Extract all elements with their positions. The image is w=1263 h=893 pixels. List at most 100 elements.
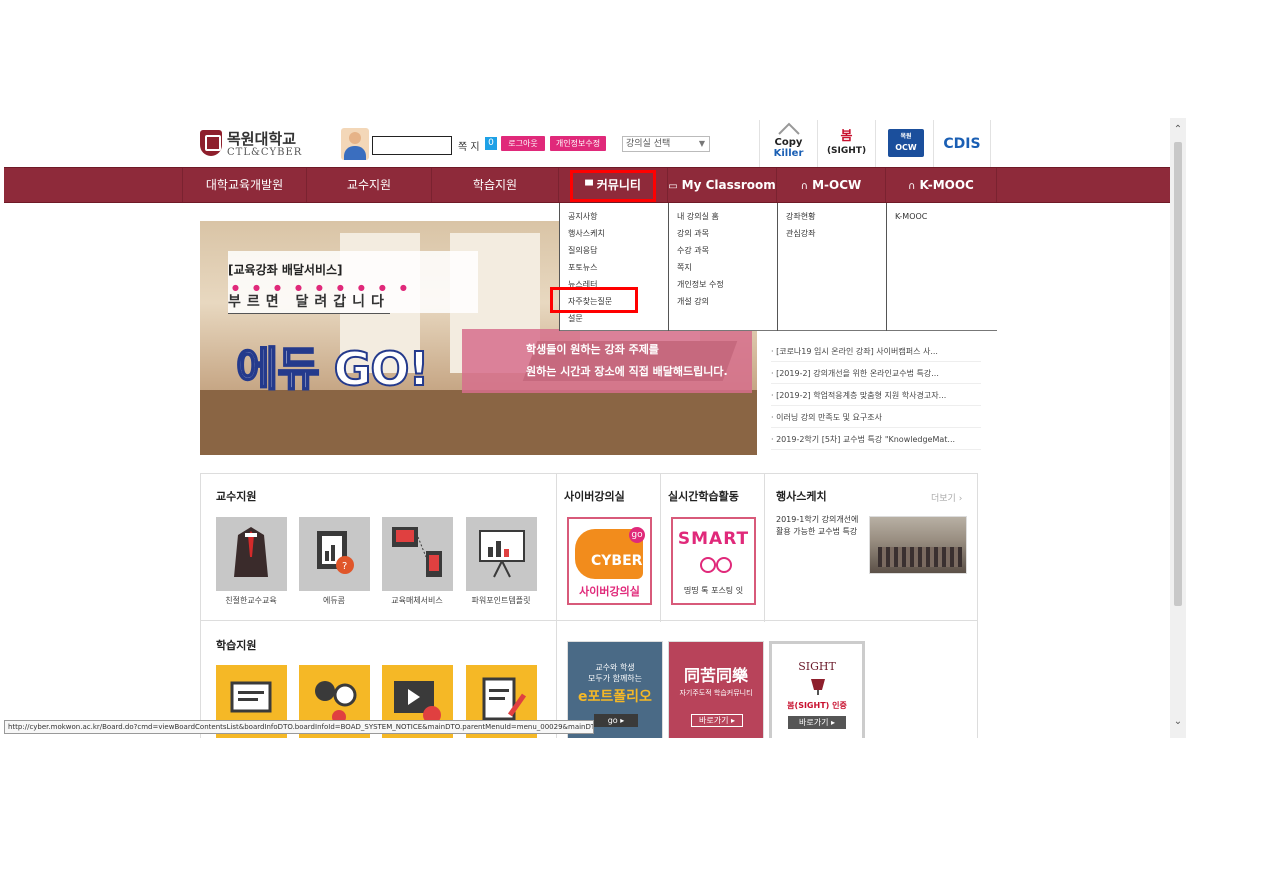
menu-item-profile-edit[interactable]: 개인정보 수정: [669, 276, 777, 293]
menu-item-course-status[interactable]: 강좌현황: [778, 208, 886, 225]
nav-item-community[interactable]: ▀ 커뮤니티: [559, 168, 668, 202]
classroom-select[interactable]: 강의실 선택 ▼: [622, 136, 710, 152]
nav-item-label: 학습지원: [472, 178, 518, 192]
menu-item-messages[interactable]: 쪽지: [669, 259, 777, 276]
menu-item-event-sketch[interactable]: 행사스케치: [560, 225, 668, 242]
tile-media-service[interactable]: [382, 517, 453, 591]
profile-edit-button[interactable]: 개인정보수정: [550, 136, 606, 151]
notice-item[interactable]: · [2019-2] 강의개선을 위한 온라인교수법 특강...: [771, 364, 981, 384]
university-emblem-icon: [200, 130, 222, 156]
sketch-photo[interactable]: [869, 516, 967, 574]
ocw-link[interactable]: 목원 OCW: [875, 120, 933, 168]
notice-item[interactable]: · 이러닝 강의 만족도 및 요구조사: [771, 408, 981, 428]
tile-caption: 교육매체서비스: [391, 596, 443, 605]
sight-link[interactable]: 봄 (SIGHT): [817, 120, 875, 168]
nav-item-myclassroom[interactable]: ▭ My Classroom: [668, 168, 777, 202]
message-count-badge[interactable]: 0: [485, 137, 497, 150]
headset-icon: ∩: [800, 181, 809, 192]
sight-go-button[interactable]: 바로가기 ▸: [788, 716, 846, 729]
notice-item[interactable]: · [코로나19 임시 온라인 강좌] 사이버캠퍼스 사...: [771, 342, 981, 362]
sight-card-subtitle: 봄(SIGHT) 인증: [787, 701, 847, 710]
menu-item-favorite-courses[interactable]: 관심강좌: [778, 225, 886, 242]
sight-label-2: (SIGHT): [826, 146, 867, 156]
headset-icon: ∩: [908, 181, 916, 192]
go-label: go: [607, 716, 618, 725]
menu-item-kmooc[interactable]: K-MOOC: [887, 208, 997, 225]
nav-item-label: 대학교육개발원: [205, 178, 284, 192]
notice-title: 이러닝 강의 만족도 및 요구조사: [776, 413, 882, 422]
tile-kind-professor[interactable]: [216, 517, 287, 591]
classroom-select-value: 강의실 선택: [626, 139, 671, 149]
copykiller-label-1: Copy: [774, 137, 803, 148]
devices-icon: [392, 527, 442, 577]
cdis-link[interactable]: CDIS: [933, 120, 991, 168]
copykiller-logo-icon: [778, 122, 800, 135]
dongo-go-button[interactable]: 바로가기 ▸: [691, 714, 743, 727]
copykiller-link[interactable]: Copy Killer: [759, 120, 817, 168]
notice-title: 2019-2학기 [5차] 교수법 특강 "KnowledgeMat...: [776, 435, 956, 444]
presentation-board-icon: [479, 530, 525, 578]
nav-item-mocw[interactable]: ∩ M-OCW: [777, 168, 886, 202]
tile-educom[interactable]: ?: [299, 517, 370, 591]
dongo-title: 同苦同樂: [683, 666, 748, 685]
banner-subtitle-2: 원하는 시간과 장소에 직접 배달해드립니다.: [526, 365, 728, 378]
chat-icon: ▀: [585, 181, 593, 192]
sketch-text[interactable]: 2019-1학기 강의개선에 활용 가능한 교수법 특강: [776, 514, 860, 538]
tile-ppt-template[interactable]: [466, 517, 537, 591]
more-label: 더보기: [931, 494, 956, 504]
scroll-up-icon[interactable]: ⌃: [1170, 122, 1186, 138]
cdis-label: CDIS: [943, 136, 981, 152]
notice-list: · [코로나19 임시 온라인 강좌] 사이버캠퍼스 사... · [2019-…: [771, 316, 981, 456]
realtime-section-title: 실시간학습활동: [668, 490, 739, 503]
sight-cert-card[interactable]: SIGHT 봄(SIGHT) 인증 바로가기 ▸: [769, 641, 865, 738]
notice-item[interactable]: · [2019-2] 학업적응계층 맞춤형 지원 학사경고자...: [771, 386, 981, 406]
page-scrollbar[interactable]: ⌃ ⌄: [1170, 118, 1186, 738]
eportfolio-line-2: 모두가 함께하는: [587, 674, 643, 683]
banner-subtitle-1: 학생들이 원하는 강좌 주제를: [526, 343, 659, 356]
menu-item-newsletter[interactable]: 뉴스레터: [560, 276, 668, 293]
banner-pink-panel: [462, 329, 752, 393]
scroll-thumb[interactable]: [1174, 142, 1182, 606]
menu-item-photo-news[interactable]: 포토뉴스: [560, 259, 668, 276]
notice-title: [2019-2] 학업적응계층 맞춤형 지원 학사경고자...: [776, 391, 947, 400]
notice-title: [코로나19 임시 온라인 강좌] 사이버캠퍼스 사...: [776, 347, 938, 356]
nav-item-learning[interactable]: 학습지원: [432, 168, 559, 202]
nav-item-kmooc[interactable]: ∩ K-MOOC: [886, 168, 997, 202]
menu-item-faq[interactable]: 자주찾는질문: [560, 293, 668, 310]
cyber-section-title: 사이버강의실: [564, 490, 625, 503]
menu-item-teaching-courses[interactable]: 강의 과목: [669, 225, 777, 242]
nav-item-faculty[interactable]: 교수지원: [307, 168, 432, 202]
sketch-more-link[interactable]: 더보기 ›: [931, 491, 962, 504]
menu-item-survey[interactable]: 설문: [560, 310, 668, 327]
university-logo[interactable]: 목원대학교 CTL&CYBER: [200, 128, 310, 160]
menu-item-classroom-home[interactable]: 내 강의실 홈: [669, 208, 777, 225]
smart-eyes-icon: [700, 557, 732, 573]
community-dropdown-menu: 공지사항 행사스케치 질의응답 포토뉴스 뉴스레터 자주찾는질문 설문 내 강의…: [559, 203, 997, 331]
nav-item-label: My Classroom: [681, 178, 776, 192]
menu-item-notice[interactable]: 공지사항: [560, 208, 668, 225]
menu-item-open-courses[interactable]: 개설 강의: [669, 293, 777, 310]
nav-item-center[interactable]: 대학교육개발원: [182, 168, 307, 202]
realtime-activity-card[interactable]: SMART 띵띵 톡 포스팅 잇: [671, 517, 756, 605]
dropdown-col-mocw: 강좌현황 관심강좌: [778, 203, 887, 331]
browser-status-bar: http://cyber.mokwon.ac.kr/Board.do?cmd=v…: [4, 720, 594, 734]
scroll-down-icon[interactable]: ⌄: [1170, 714, 1186, 730]
cyber-card-text: 사이버강의실: [579, 585, 640, 598]
copykiller-label-2: Killer: [773, 148, 804, 159]
cup-icon: [811, 679, 825, 695]
dongo-community-card[interactable]: 同苦同樂 자기주도적 학습커뮤니티 바로가기 ▸: [668, 641, 764, 738]
panel-divider: [556, 474, 557, 622]
smart-card-sub: 띵띵 톡 포스팅 잇: [683, 586, 744, 595]
notice-title: [2019-2] 강의개선을 위한 온라인교수법 특강...: [776, 369, 939, 378]
notice-item[interactable]: · 2019-2학기 [5차] 교수법 특강 "KnowledgeMat...: [771, 430, 981, 450]
ocw-label-2: OCW: [895, 143, 917, 152]
eportfolio-go-button[interactable]: go ▸: [594, 714, 638, 727]
dropdown-col-community: 공지사항 행사스케치 질의응답 포토뉴스 뉴스레터 자주찾는질문 설문: [559, 203, 669, 331]
cyber-classroom-card[interactable]: CYBER go 사이버강의실: [567, 517, 652, 605]
menu-item-qna[interactable]: 질의응답: [560, 242, 668, 259]
dropdown-col-myclassroom: 내 강의실 홈 강의 과목 수강 과목 쪽지 개인정보 수정 개설 강의: [669, 203, 778, 331]
tile-caption: 친절한교수교육: [225, 596, 277, 605]
user-name-box: [372, 136, 452, 155]
logout-button[interactable]: 로그아웃: [501, 136, 545, 151]
menu-item-enrolled-courses[interactable]: 수강 과목: [669, 242, 777, 259]
